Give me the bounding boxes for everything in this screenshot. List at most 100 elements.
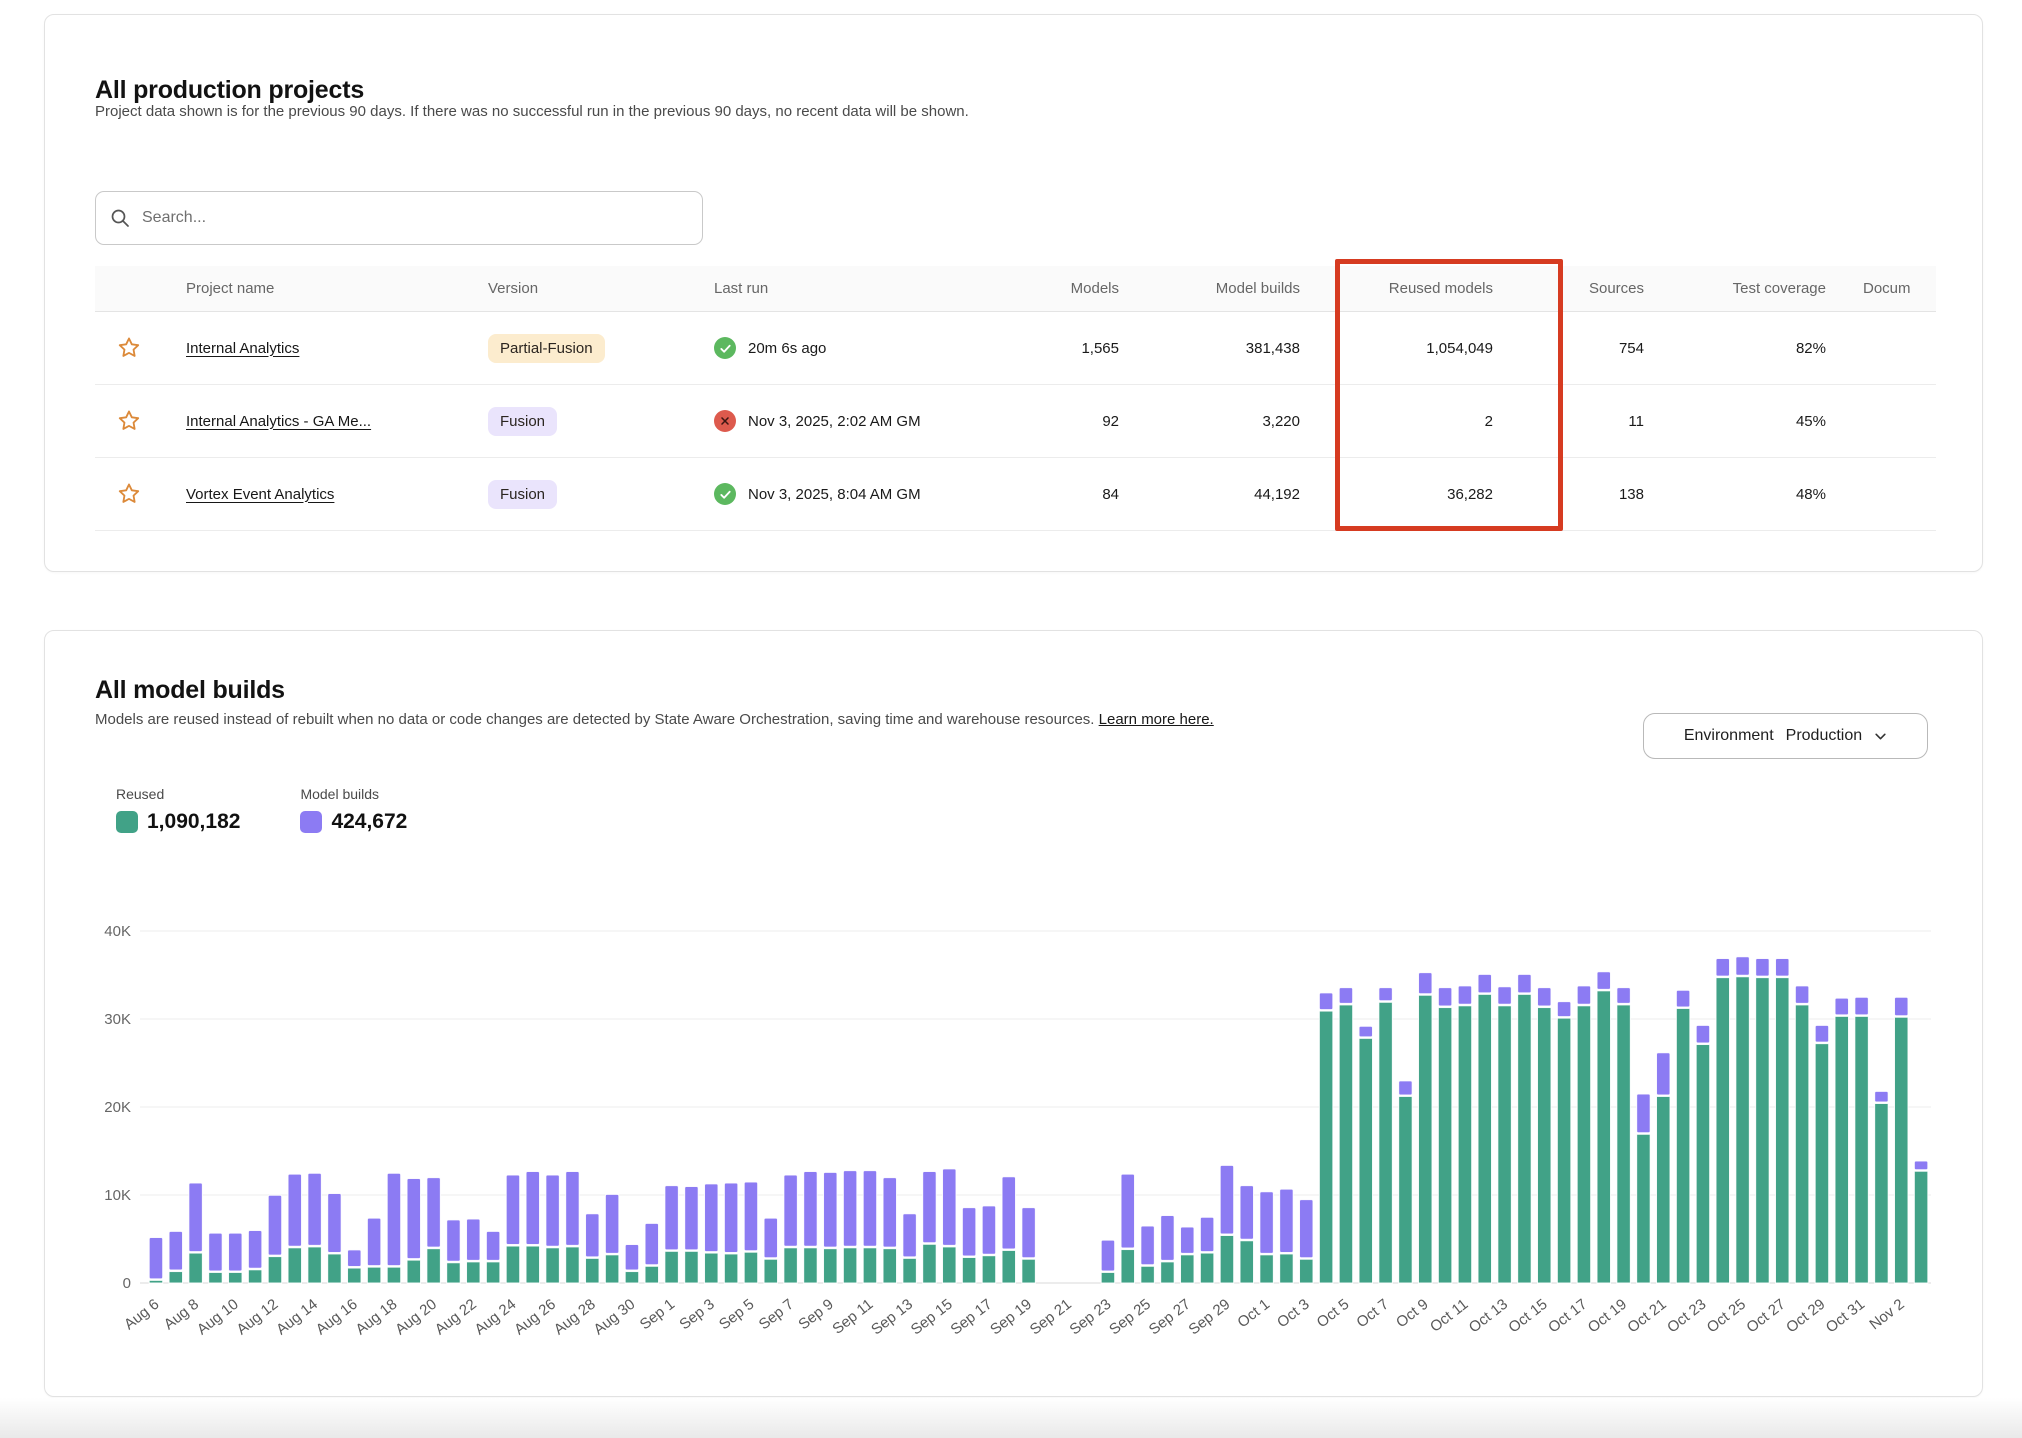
x-axis-tick-label: Oct 5 xyxy=(1314,1296,1353,1331)
legend-value: 424,672 xyxy=(331,810,407,834)
bar-segment-model-builds xyxy=(1161,1216,1175,1261)
search-input[interactable] xyxy=(140,208,688,228)
bar-segment-model-builds xyxy=(764,1218,778,1258)
bar-segment-model-builds xyxy=(665,1186,679,1250)
x-axis-tick-label: Aug 12 xyxy=(233,1296,281,1339)
x-axis-tick-label: Sep 3 xyxy=(676,1296,717,1334)
models-count: 84 xyxy=(975,458,1119,530)
reused-models-count: 36,282 xyxy=(1335,458,1493,530)
bar-segment-reused xyxy=(843,1248,857,1283)
bar-segment-reused xyxy=(1260,1255,1274,1283)
bar-segment-reused xyxy=(1280,1254,1294,1283)
environment-dropdown[interactable]: Environment Production xyxy=(1643,713,1928,759)
table-row: Internal Analytics - GA Me... Fusion Nov… xyxy=(95,385,1936,458)
bar-segment-model-builds xyxy=(328,1194,342,1253)
bar-segment-model-builds xyxy=(407,1179,421,1259)
bar-segment-reused xyxy=(1181,1255,1195,1283)
bar-segment-model-builds xyxy=(923,1172,937,1243)
bar-segment-model-builds xyxy=(784,1175,798,1246)
bar-segment-model-builds xyxy=(1736,957,1750,975)
search-box[interactable] xyxy=(95,191,703,245)
bar-segment-reused xyxy=(1478,994,1492,1283)
bar-segment-reused xyxy=(1498,1006,1512,1283)
favorite-star-icon[interactable] xyxy=(116,481,142,507)
table-row: Vortex Event Analytics Fusion Nov 3, 202… xyxy=(95,458,1936,531)
bar-segment-model-builds xyxy=(367,1218,381,1266)
favorite-star-icon[interactable] xyxy=(116,335,142,361)
bar-segment-reused xyxy=(387,1267,401,1283)
bar-segment-model-builds xyxy=(843,1171,857,1247)
y-axis-tick-label: 10K xyxy=(104,1187,131,1204)
bar-segment-model-builds xyxy=(1121,1174,1135,1248)
bar-segment-model-builds xyxy=(1141,1226,1155,1265)
x-axis-tick-label: Sep 5 xyxy=(716,1296,757,1334)
learn-more-link[interactable]: Learn more here. xyxy=(1099,711,1214,728)
bar-segment-reused xyxy=(1875,1103,1889,1283)
bar-segment-model-builds xyxy=(1438,988,1452,1006)
bar-segment-reused xyxy=(1795,1005,1809,1283)
bar-segment-model-builds xyxy=(903,1214,917,1257)
environment-label: Environment xyxy=(1684,727,1774,745)
version-badge: Fusion xyxy=(488,480,557,509)
bar-segment-reused xyxy=(1657,1096,1671,1283)
bar-segment-reused xyxy=(923,1244,937,1283)
project-name-link[interactable]: Vortex Event Analytics xyxy=(186,486,334,503)
last-run-text: 20m 6s ago xyxy=(748,340,826,357)
x-axis-tick-label: Oct 17 xyxy=(1545,1296,1590,1337)
bar-segment-reused xyxy=(1637,1134,1651,1283)
bar-segment-reused xyxy=(1399,1096,1413,1283)
bar-segment-model-builds xyxy=(1617,988,1631,1004)
bar-segment-model-builds xyxy=(526,1172,540,1245)
model-builds-chart: 010K20K30K40KAug 6Aug 8Aug 10Aug 12Aug 1… xyxy=(95,906,1936,1386)
bar-segment-reused xyxy=(447,1263,461,1283)
bar-segment-model-builds xyxy=(1419,973,1433,994)
legend-item-model-builds: Model builds 424,672 xyxy=(300,786,407,834)
bar-segment-model-builds xyxy=(1478,974,1492,992)
bar-segment-model-builds xyxy=(1518,974,1532,992)
bar-segment-model-builds xyxy=(883,1178,897,1248)
x-axis-tick-label: Oct 29 xyxy=(1783,1296,1828,1337)
bar-segment-model-builds xyxy=(268,1195,282,1255)
bar-segment-model-builds xyxy=(1002,1177,1016,1249)
chart-legend: Reused 1,090,182 Model builds 424,672 xyxy=(116,786,407,834)
bar-segment-reused xyxy=(1776,978,1790,1283)
col-header-documentation: Docum xyxy=(1863,266,1936,311)
bar-segment-reused xyxy=(209,1272,223,1283)
bar-segment-reused xyxy=(308,1247,322,1283)
bar-segment-reused xyxy=(1101,1272,1115,1283)
projects-card-title: All production projects xyxy=(95,76,364,105)
bar-segment-reused xyxy=(288,1248,302,1283)
bar-segment-model-builds xyxy=(288,1174,302,1246)
x-axis-tick-label: Aug 24 xyxy=(471,1296,519,1339)
project-name-link[interactable]: Internal Analytics xyxy=(186,340,299,357)
bar-segment-reused xyxy=(605,1255,619,1283)
bar-segment-reused xyxy=(1200,1253,1214,1283)
project-name-link[interactable]: Internal Analytics - GA Me... xyxy=(186,413,371,430)
bar-segment-model-builds xyxy=(1696,1025,1710,1043)
bar-segment-reused xyxy=(328,1254,342,1283)
bar-segment-reused xyxy=(1914,1171,1928,1283)
bar-segment-model-builds xyxy=(1557,1002,1571,1017)
reused-models-count: 1,054,049 xyxy=(1335,312,1493,384)
bar-segment-reused xyxy=(1835,1016,1849,1283)
bar-segment-reused xyxy=(169,1272,183,1283)
y-axis-tick-label: 0 xyxy=(123,1275,131,1292)
bar-segment-model-builds xyxy=(248,1230,261,1268)
x-axis-tick-label: Aug 6 xyxy=(121,1296,162,1334)
bar-segment-reused xyxy=(863,1248,877,1283)
x-axis-tick-label: Sep 21 xyxy=(1027,1296,1075,1339)
bar-segment-model-builds xyxy=(1875,1091,1889,1102)
builds-card-title: All model builds xyxy=(95,676,285,705)
bar-segment-model-builds xyxy=(1200,1217,1214,1251)
bar-segment-model-builds xyxy=(586,1214,600,1257)
bar-segment-reused xyxy=(625,1272,639,1283)
search-icon xyxy=(110,208,130,228)
run-success-icon xyxy=(714,337,736,359)
favorite-star-icon[interactable] xyxy=(116,408,142,434)
bar-segment-model-builds xyxy=(724,1183,738,1253)
x-axis-tick-label: Aug 22 xyxy=(432,1296,480,1339)
bar-segment-reused xyxy=(784,1248,798,1283)
bar-segment-model-builds xyxy=(1637,1094,1651,1133)
bar-segment-model-builds xyxy=(1657,1053,1671,1095)
bar-segment-model-builds xyxy=(387,1173,401,1265)
